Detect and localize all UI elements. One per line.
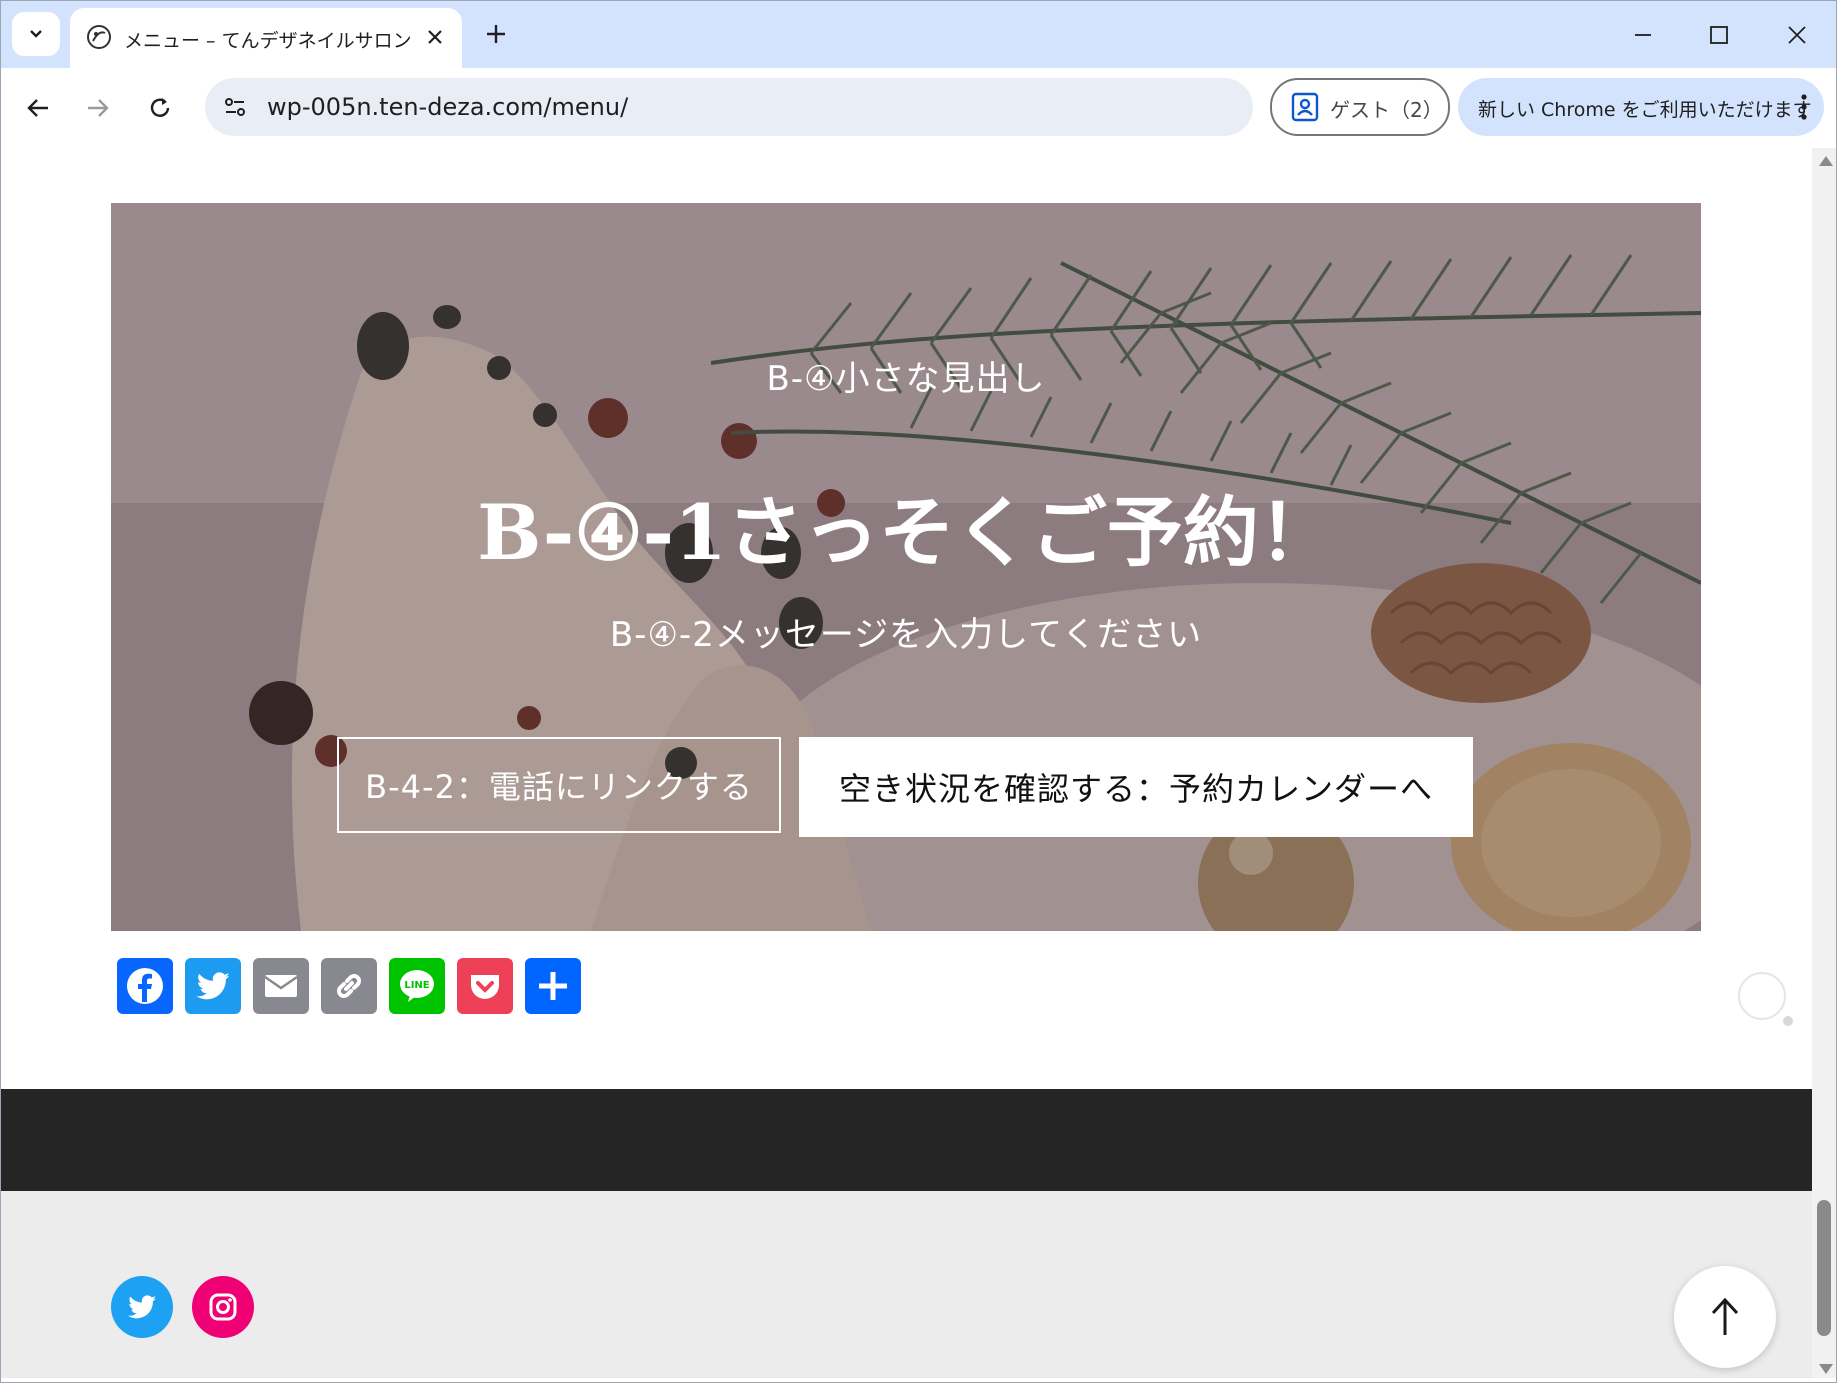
hero-message: B-④-2メッセージを入力してください xyxy=(609,615,1203,655)
update-label: 新しい Chrome をご利用いただけます xyxy=(1478,99,1812,121)
email-share-button[interactable] xyxy=(253,958,309,1014)
facebook-share-button[interactable] xyxy=(117,958,173,1014)
link-icon xyxy=(337,974,361,998)
hero-small-heading: B-④小さな見出し xyxy=(766,359,1046,399)
twitter-icon xyxy=(127,1295,157,1319)
tab-strip: メニュー – てんデザネイルサロン xyxy=(0,0,1837,68)
chrome-update-button[interactable]: 新しい Chrome をご利用いただけます xyxy=(1458,78,1824,136)
new-tab-icon[interactable] xyxy=(482,20,510,48)
menu-dots-icon[interactable] xyxy=(1798,92,1810,122)
scroll-up-arrow-icon[interactable] xyxy=(1819,156,1833,166)
active-tab[interactable]: メニュー – てんデザネイルサロン xyxy=(70,8,462,68)
forward-button[interactable] xyxy=(80,90,116,126)
footer-twitter-link[interactable] xyxy=(111,1276,173,1338)
profile-icon xyxy=(1291,92,1319,122)
tab-title: メニュー – てんデザネイルサロン xyxy=(124,30,412,52)
footer xyxy=(0,1191,1812,1378)
instagram-icon xyxy=(209,1293,237,1321)
minimize-icon xyxy=(1635,34,1651,36)
tab-search-button[interactable] xyxy=(12,12,60,56)
window-close-button[interactable] xyxy=(1780,18,1814,52)
page-viewport: B-④小さな見出し B-④-1さっそくご予約！ B-④-2メッセージを入力してく… xyxy=(0,148,1812,1378)
twitter-icon xyxy=(196,972,230,1000)
line-share-button[interactable]: LINE xyxy=(389,958,445,1014)
reload-icon xyxy=(150,98,170,117)
url-text: wp-005n.ten-deza.com/menu/ xyxy=(267,93,629,121)
maximize-icon xyxy=(1710,26,1728,44)
footer-dark-band xyxy=(0,1089,1812,1191)
phone-link-button[interactable]: B-4-2：電話にリンクする xyxy=(337,737,781,833)
address-bar[interactable]: wp-005n.ten-deza.com/menu/ xyxy=(205,78,1253,136)
pocket-icon xyxy=(471,975,499,999)
arrow-up-icon xyxy=(1711,1297,1739,1335)
email-icon xyxy=(264,975,298,997)
browser-toolbar: wp-005n.ten-deza.com/menu/ ゲスト（2） 新しい Ch… xyxy=(0,68,1837,149)
back-icon xyxy=(27,99,48,117)
svg-text:LINE: LINE xyxy=(404,980,429,991)
scroll-down-arrow-icon[interactable] xyxy=(1819,1364,1833,1374)
footer-instagram-link[interactable] xyxy=(192,1276,254,1338)
share-more-button[interactable] xyxy=(525,958,581,1014)
reload-button[interactable] xyxy=(142,90,178,126)
window-close-icon xyxy=(1788,26,1806,44)
loading-spinner-dot xyxy=(1783,1016,1793,1026)
plus-icon xyxy=(539,972,567,1000)
maximize-button[interactable] xyxy=(1702,18,1736,52)
profile-label: ゲスト（2） xyxy=(1330,98,1443,122)
copy-link-share-button[interactable] xyxy=(321,958,377,1014)
back-to-top-button[interactable] xyxy=(1674,1266,1776,1368)
reservation-calendar-button[interactable]: 空き状況を確認する：予約カレンダーへ xyxy=(799,737,1473,837)
loading-spinner xyxy=(1738,972,1786,1020)
back-button[interactable] xyxy=(20,90,56,126)
facebook-icon xyxy=(127,968,163,1004)
chevron-down-icon xyxy=(30,30,42,38)
minimize-button[interactable] xyxy=(1626,18,1660,52)
line-icon: LINE xyxy=(400,970,434,1002)
scrollbar-thumb[interactable] xyxy=(1817,1200,1831,1336)
forward-icon xyxy=(88,99,109,117)
pocket-share-button[interactable] xyxy=(457,958,513,1014)
profile-button[interactable]: ゲスト（2） xyxy=(1270,78,1450,136)
close-icon[interactable] xyxy=(424,26,446,48)
site-info-icon[interactable] xyxy=(219,91,251,123)
site-favicon-icon xyxy=(87,25,111,49)
reservation-hero: B-④小さな見出し B-④-1さっそくご予約！ B-④-2メッセージを入力してく… xyxy=(111,203,1701,931)
hero-title: B-④-1さっそくご予約！ xyxy=(477,488,1335,577)
twitter-share-button[interactable] xyxy=(185,958,241,1014)
vertical-scrollbar[interactable] xyxy=(1812,148,1837,1378)
